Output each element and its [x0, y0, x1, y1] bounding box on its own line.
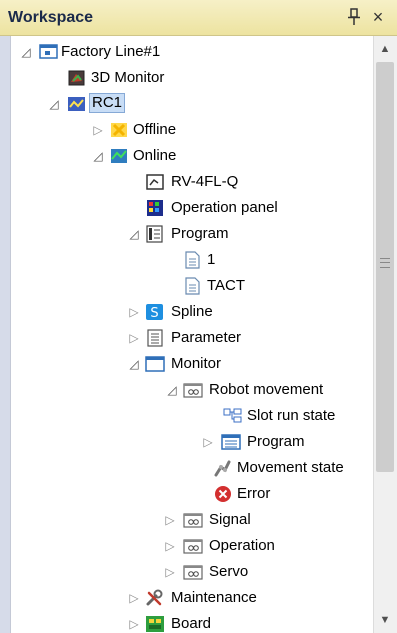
tree-item-offline[interactable]: ▷ Offline	[11, 118, 374, 142]
tree-item-signal[interactable]: ▷ Signal	[11, 508, 374, 532]
online-icon	[109, 147, 129, 165]
scroll-down-icon[interactable]: ▼	[376, 611, 394, 629]
tree-item-label: Operation panel	[171, 199, 278, 216]
panel-title: Workspace	[8, 9, 94, 26]
expand-arrow-icon[interactable]: ▷	[127, 304, 141, 320]
tree-item-label: 3D Monitor	[91, 69, 165, 86]
monitor-group-icon	[183, 537, 203, 555]
robot-controller-icon	[67, 95, 87, 113]
tree-item-label: Robot movement	[209, 381, 324, 398]
expand-arrow-icon[interactable]: ▷	[127, 590, 141, 606]
vertical-scrollbar[interactable]: ▲ ▼	[373, 36, 397, 633]
tree-item-label: Slot run state	[247, 407, 336, 424]
expand-arrow-icon[interactable]: ▷	[127, 330, 141, 346]
scrollbar-thumb[interactable]	[376, 62, 394, 472]
expand-arrow-icon[interactable]: ▷	[91, 122, 105, 138]
expand-arrow-icon[interactable]: ▷	[163, 564, 177, 580]
spline-icon: S	[145, 303, 165, 321]
tree-item-online[interactable]: ◿ Online	[11, 144, 374, 168]
robot-model-icon	[145, 173, 165, 191]
document-icon	[183, 277, 203, 295]
board-icon	[145, 615, 165, 633]
operation-panel-icon	[145, 199, 165, 217]
tree-item-label: Signal	[209, 511, 251, 528]
tree-item-label: Online	[133, 147, 177, 164]
project-tree[interactable]: ◿ Factory Line#1 3D Monitor ◿ RC1 ▷ Offl…	[10, 36, 374, 633]
error-icon	[213, 485, 233, 503]
collapse-arrow-icon[interactable]: ◿	[127, 226, 141, 242]
collapse-arrow-icon[interactable]: ◿	[127, 356, 141, 372]
tree-item-label: RC1	[89, 93, 126, 113]
expand-arrow-icon[interactable]: ▷	[127, 616, 141, 632]
tree-item-spline[interactable]: ▷ S Spline	[11, 300, 374, 324]
tree-item-label: Maintenance	[171, 589, 257, 606]
tree-item-label: 1	[207, 251, 216, 268]
maintenance-icon	[145, 589, 165, 607]
tree-item-error[interactable]: Error	[11, 482, 374, 506]
movement-state-icon	[213, 459, 233, 477]
tree-item-label: Error	[237, 485, 271, 502]
tree-item-monitor-program[interactable]: ▷ Program	[11, 430, 374, 454]
panel-titlebar: Workspace ×	[0, 0, 397, 36]
tree-item-operation-panel[interactable]: Operation panel	[11, 196, 374, 220]
program-folder-icon	[145, 225, 165, 243]
svg-text:S: S	[150, 306, 158, 321]
tree-item-maintenance[interactable]: ▷ Maintenance	[11, 586, 374, 610]
tree-item-program[interactable]: ◿ Program	[11, 222, 374, 246]
tree-item-slot-run-state[interactable]: Slot run state	[11, 404, 374, 428]
slot-run-icon	[223, 407, 243, 425]
tree-item-robot-movement[interactable]: ◿ Robot movement	[11, 378, 374, 402]
tree-item-monitor[interactable]: ◿ Monitor	[11, 352, 374, 376]
tree-item-label: Program	[247, 433, 305, 450]
grip-icon	[380, 258, 390, 268]
tree-item-servo[interactable]: ▷ Servo	[11, 560, 374, 584]
tree-item-operation[interactable]: ▷ Operation	[11, 534, 374, 558]
tree-item-label: TACT	[207, 277, 246, 294]
tree-item-movement-state[interactable]: Movement state	[11, 456, 374, 480]
collapse-arrow-icon[interactable]: ◿	[91, 148, 105, 164]
expand-arrow-icon[interactable]: ▷	[163, 512, 177, 528]
tree-item-rc1[interactable]: ◿ RC1	[11, 92, 374, 116]
expand-arrow-icon[interactable]: ▷	[163, 538, 177, 554]
tree-item-label: Operation	[209, 537, 275, 554]
tree-item-label: Offline	[133, 121, 177, 138]
close-icon[interactable]: ×	[368, 5, 388, 29]
dock-edge	[0, 0, 10, 633]
program-list-icon	[221, 433, 241, 451]
tree-item-program-tact[interactable]: TACT	[11, 274, 374, 298]
collapse-arrow-icon[interactable]: ◿	[165, 382, 179, 398]
monitor-group-icon	[183, 511, 203, 529]
scroll-up-icon[interactable]: ▲	[376, 40, 394, 58]
tree-item-label: RV-4FL-Q	[171, 173, 239, 190]
tree-item-program-1[interactable]: 1	[11, 248, 374, 272]
tree-item-parameter[interactable]: ▷ Parameter	[11, 326, 374, 350]
offline-icon	[109, 121, 129, 139]
3d-monitor-icon	[67, 69, 87, 87]
tree-item-label: Factory Line#1	[61, 43, 161, 60]
parameter-icon	[145, 329, 165, 347]
collapse-arrow-icon[interactable]: ◿	[19, 44, 33, 60]
pin-icon[interactable]	[344, 5, 364, 29]
tree-item-label: Board	[171, 615, 212, 632]
tree-item-label: Program	[171, 225, 229, 242]
workspace-icon	[39, 43, 59, 61]
monitor-window-icon	[145, 355, 165, 373]
tree-item-label: Monitor	[171, 355, 222, 372]
collapse-arrow-icon[interactable]: ◿	[47, 96, 61, 112]
tree-item-3d-monitor[interactable]: 3D Monitor	[11, 66, 374, 90]
document-icon	[183, 251, 203, 269]
monitor-group-icon	[183, 381, 203, 399]
tree-item-label: Parameter	[171, 329, 242, 346]
tree-item-label: Movement state	[237, 459, 344, 476]
tree-item-label: Spline	[171, 303, 213, 320]
tree-item-factory-line[interactable]: ◿ Factory Line#1	[11, 40, 374, 64]
tree-item-robot-model[interactable]: RV-4FL-Q	[11, 170, 374, 194]
workspace-panel: Workspace × ◿ Factory Line#1 3D Monitor	[0, 0, 397, 633]
expand-arrow-icon[interactable]: ▷	[201, 434, 215, 450]
tree-item-label: Servo	[209, 563, 249, 580]
monitor-group-icon	[183, 563, 203, 581]
tree-item-board[interactable]: ▷ Board	[11, 612, 374, 633]
